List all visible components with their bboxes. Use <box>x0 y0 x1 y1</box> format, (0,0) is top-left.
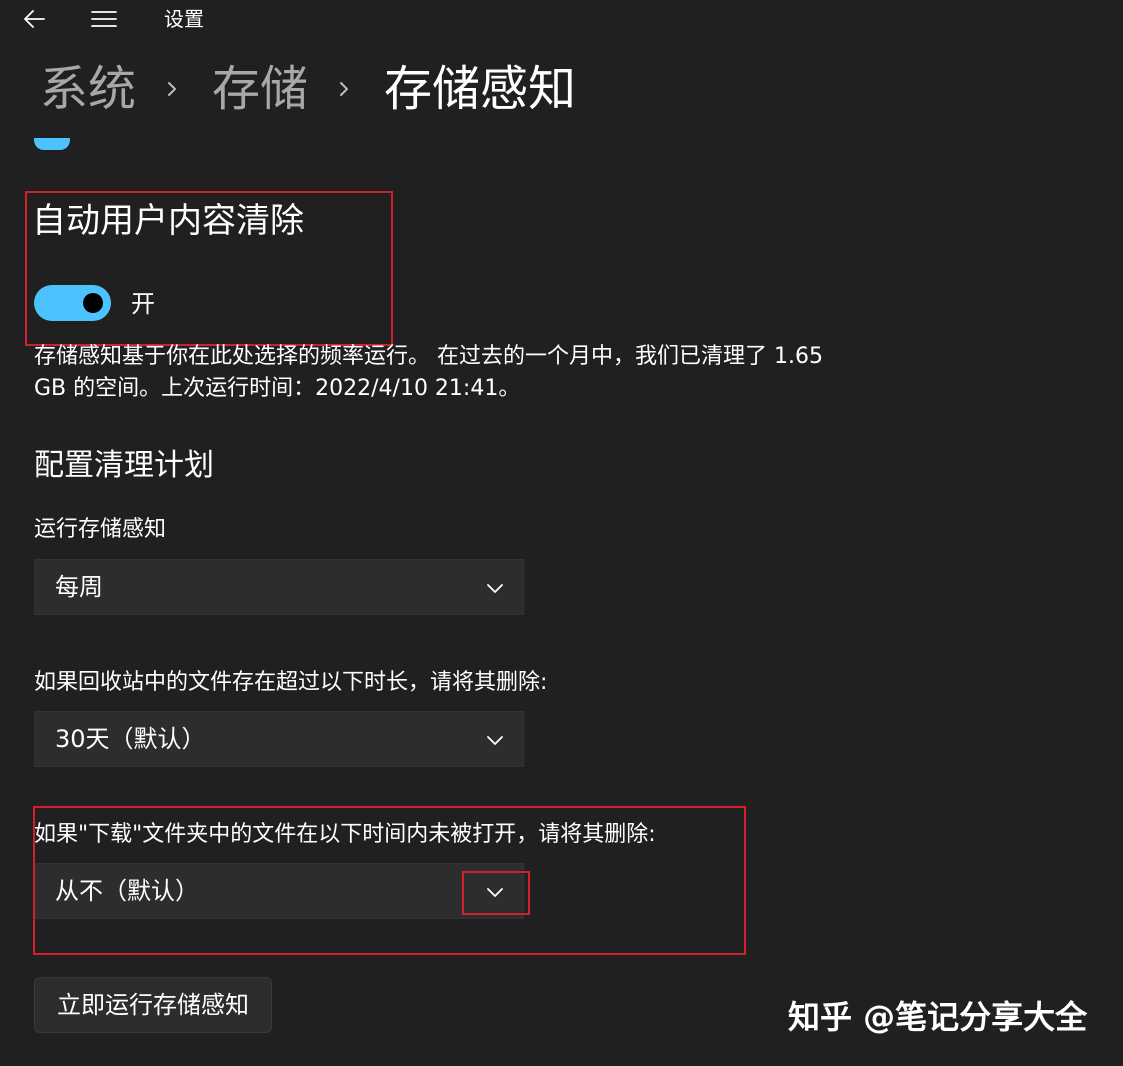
run-frequency-dropdown[interactable]: 每周 <box>34 559 524 615</box>
run-frequency-label: 运行存储感知 <box>34 517 167 542</box>
run-storage-sense-now-button[interactable]: 立即运行存储感知 <box>34 977 272 1033</box>
dropdown-selected-value: 每周 <box>55 573 103 601</box>
section-title-schedule: 配置清理计划 <box>34 448 214 483</box>
back-arrow-icon <box>24 10 45 28</box>
navigation-menu-button[interactable] <box>86 2 122 36</box>
chevron-down-icon <box>481 574 509 602</box>
chevron-right-icon <box>162 79 182 99</box>
recycle-bin-label: 如果回收站中的文件存在超过以下时长，请将其删除: <box>34 670 548 695</box>
highlight-box-downloads <box>33 806 746 955</box>
chevron-down-icon <box>481 726 509 754</box>
hamburger-menu-icon <box>91 11 117 27</box>
breadcrumb-item-system[interactable]: 系统 <box>40 54 136 124</box>
back-button[interactable] <box>16 2 52 36</box>
breadcrumb-item-storage-sense: 存储感知 <box>384 61 577 117</box>
auto-cleanup-description: 存储感知基于你在此处选择的频率运行。 在过去的一个月中，我们已清理了 1.65 … <box>34 344 823 401</box>
app-title: 设置 <box>164 7 204 31</box>
recycle-bin-dropdown[interactable]: 30天（默认） <box>34 711 524 767</box>
highlight-box-downloads-chevron <box>462 871 530 915</box>
dropdown-selected-value: 30天（默认） <box>55 725 206 753</box>
scrolled-toggle-edge <box>34 138 70 150</box>
breadcrumb-item-storage[interactable]: 存储 <box>212 54 308 124</box>
chevron-right-icon <box>334 79 354 99</box>
highlight-box-auto-cleanup <box>25 191 393 346</box>
watermark: 知乎 @笔记分享大全 <box>788 998 1088 1036</box>
breadcrumb: 系统 存储 存储感知 <box>40 54 576 124</box>
